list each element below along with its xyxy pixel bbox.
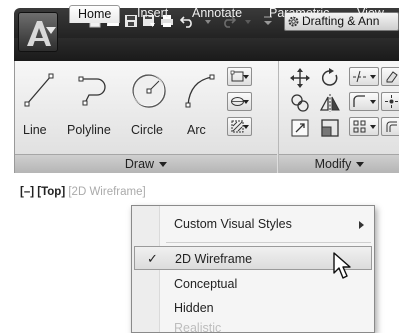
menu-item-custom-visual-styles[interactable]: Custom Visual Styles <box>132 212 374 236</box>
chevron-down-icon <box>243 100 249 104</box>
tab-parametric[interactable]: Parametric <box>269 5 329 23</box>
mirror-button[interactable] <box>319 92 341 114</box>
trim-button[interactable] <box>349 67 379 86</box>
scale-button[interactable] <box>319 117 341 139</box>
fillet-button[interactable] <box>349 92 379 111</box>
erase-icon <box>386 71 398 83</box>
chevron-down-icon <box>370 125 376 129</box>
mouse-pointer-icon <box>333 252 351 279</box>
line-tool-button[interactable]: Line <box>21 71 57 137</box>
menu-item-label: Custom Visual Styles <box>174 217 292 231</box>
menu-item-realistic[interactable]: Realistic <box>132 320 374 333</box>
menu-item-label: Conceptual <box>174 277 238 291</box>
tab-home[interactable]: Home <box>69 5 121 23</box>
menu-divider <box>166 242 371 243</box>
save-icon[interactable] <box>124 14 138 28</box>
draw-panel: Line Polyline Circle Arc Draw <box>15 61 277 173</box>
chevron-down-icon <box>370 75 376 79</box>
ellipse-button[interactable] <box>227 92 252 111</box>
copy-button[interactable] <box>289 92 311 114</box>
chevron-right-icon <box>359 221 364 229</box>
array-button[interactable] <box>349 117 379 136</box>
redo-dropdown-icon[interactable] <box>244 14 252 28</box>
chevron-down-icon <box>243 75 249 79</box>
rectangle-button[interactable] <box>227 67 252 86</box>
hatch-button[interactable] <box>227 117 252 136</box>
move-button[interactable] <box>289 67 311 89</box>
chevron-down-icon <box>159 162 168 168</box>
rotate-button[interactable] <box>319 67 341 89</box>
modify-panel-label: Modify <box>314 157 352 171</box>
viewport-minimize-control[interactable]: [–] <box>20 186 34 198</box>
rotate-icon <box>321 68 338 86</box>
polyline-label: Polyline <box>67 123 111 137</box>
move-icon <box>290 68 310 88</box>
visual-style-control[interactable]: [2D Wireframe] <box>68 186 145 198</box>
arc-icon <box>185 74 215 108</box>
draw-panel-label: Draw <box>124 157 155 171</box>
chevron-down-icon[interactable] <box>46 27 56 35</box>
array-icon <box>353 120 366 133</box>
explode-icon <box>385 95 398 108</box>
draw-panel-title[interactable]: Draw <box>15 154 277 173</box>
trim-icon <box>353 70 366 83</box>
erase-button[interactable] <box>381 67 399 86</box>
viewport-controls: [–] [Top] [2D Wireframe] <box>20 186 146 198</box>
offset-icon <box>386 121 397 132</box>
modify-panel: Modify <box>278 61 399 173</box>
menu-item-label: 2D Wireframe <box>175 252 253 266</box>
circle-tool-button[interactable]: Circle <box>129 71 169 137</box>
arc-label: Arc <box>187 123 206 137</box>
menu-item-label: Hidden <box>174 301 214 315</box>
mirror-icon <box>319 94 340 112</box>
circle-label: Circle <box>131 123 163 137</box>
modify-panel-title[interactable]: Modify <box>279 154 399 173</box>
tab-insert[interactable]: Insert <box>137 5 168 23</box>
ribbon-tab-bar <box>14 38 399 61</box>
tab-annotate[interactable]: Annotate <box>192 5 242 23</box>
offset-button[interactable] <box>381 117 399 136</box>
polyline-tool-button[interactable]: Polyline <box>67 71 123 137</box>
checkmark-icon: ✓ <box>147 251 158 266</box>
stretch-icon <box>291 119 309 137</box>
chevron-down-icon <box>356 162 365 168</box>
copy-icon <box>291 94 309 112</box>
polyline-icon <box>78 76 106 106</box>
line-icon <box>24 73 54 107</box>
menu-item-hidden[interactable]: Hidden <box>132 296 374 320</box>
chevron-down-icon <box>243 125 249 129</box>
view-control[interactable]: [Top] <box>37 186 65 198</box>
menu-item-label: Realistic <box>174 321 222 333</box>
scale-icon <box>321 119 339 137</box>
fillet-icon <box>353 95 365 107</box>
stretch-button[interactable] <box>289 117 311 139</box>
explode-button[interactable] <box>381 92 399 111</box>
circle-icon <box>131 73 166 108</box>
ribbon-panel-area: Line Polyline Circle Arc Draw Modify <box>14 61 399 173</box>
tab-view[interactable]: View <box>357 5 384 23</box>
chevron-down-icon <box>370 100 376 104</box>
line-label: Line <box>23 123 47 137</box>
arc-tool-button[interactable]: Arc <box>181 71 217 137</box>
